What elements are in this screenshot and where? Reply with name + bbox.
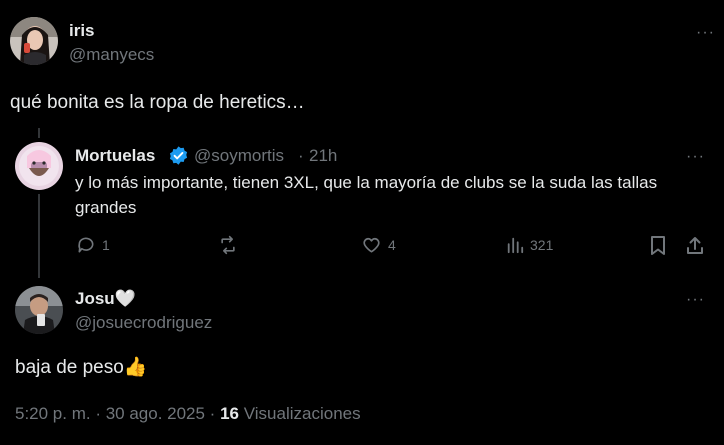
reply2-author-handle[interactable]: @josuecrodriguez bbox=[75, 313, 212, 333]
views-button[interactable]: 321 bbox=[506, 235, 553, 255]
reply-count: 1 bbox=[102, 237, 110, 253]
thread-line bbox=[38, 128, 40, 138]
more-icon: ··· bbox=[686, 148, 705, 165]
reply1-separator: · bbox=[298, 146, 304, 165]
share-button[interactable] bbox=[685, 235, 705, 256]
avatar-iris[interactable] bbox=[10, 17, 58, 65]
like-count: 4 bbox=[388, 237, 396, 253]
more-icon: ··· bbox=[696, 24, 715, 41]
like-button[interactable]: 4 bbox=[361, 235, 396, 255]
post-more-button[interactable]: ··· bbox=[696, 24, 715, 42]
views-icon bbox=[507, 237, 524, 254]
share-icon bbox=[687, 237, 703, 254]
like-icon bbox=[363, 237, 380, 253]
reply1-text: y lo más importante, tienen 3XL, que la … bbox=[75, 173, 658, 217]
reply1-author-handle[interactable]: @soymortis bbox=[194, 146, 284, 166]
repost-button[interactable] bbox=[217, 235, 245, 255]
views-count: 321 bbox=[530, 237, 554, 253]
thread-line bbox=[38, 194, 40, 278]
bookmark-button[interactable] bbox=[649, 235, 667, 256]
reply1-more-button[interactable]: ··· bbox=[686, 148, 705, 166]
reply-button[interactable]: 1 bbox=[76, 235, 110, 255]
reply1-time[interactable]: 21h bbox=[309, 146, 337, 166]
reply-icon bbox=[78, 237, 94, 253]
more-icon: ··· bbox=[686, 291, 705, 308]
reply2-author-name[interactable]: Josu🤍 bbox=[75, 289, 136, 309]
reply2-meta: 5:20 p. m. · 30 ago. 2025 · 16 Visualiza… bbox=[15, 404, 361, 424]
reply2-views-count: 16 bbox=[220, 404, 240, 423]
post-text: qué bonita es la ropa de heretics… bbox=[10, 92, 305, 113]
repost-icon bbox=[221, 235, 235, 255]
avatar-josu[interactable] bbox=[15, 286, 63, 334]
reply2-views-label: Visualizaciones bbox=[243, 404, 361, 423]
verified-badge-icon bbox=[168, 145, 189, 171]
reply2-text: baja de peso👍 bbox=[15, 357, 148, 378]
avatar-mortuelas[interactable] bbox=[15, 142, 63, 190]
bookmark-icon bbox=[651, 236, 665, 255]
reply2-more-button[interactable]: ··· bbox=[686, 291, 705, 309]
reply2-timestamp[interactable]: 5:20 p. m. · 30 ago. 2025 · bbox=[15, 404, 215, 423]
post-author-name[interactable]: iris bbox=[69, 21, 95, 41]
post-author-handle[interactable]: @manyecs bbox=[69, 45, 154, 65]
reply1-author-name[interactable]: Mortuelas bbox=[75, 146, 155, 166]
